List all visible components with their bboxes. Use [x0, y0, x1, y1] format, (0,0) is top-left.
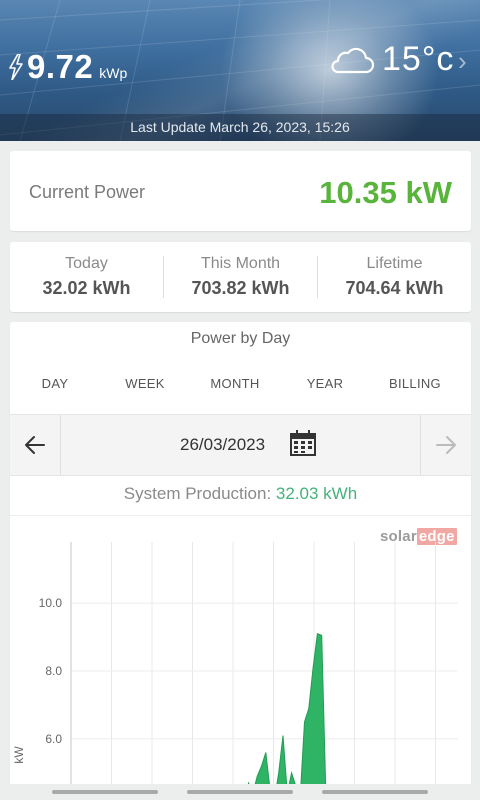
- header-banner: 9.72 kWp 15°c › Last Update March 26, 20…: [0, 0, 480, 141]
- stat-lifetime: Lifetime 704.64 kWh: [318, 242, 471, 312]
- calendar-icon[interactable]: [289, 429, 317, 457]
- y-tick-label: 10.0: [39, 596, 63, 610]
- tab-year[interactable]: YEAR: [280, 366, 370, 414]
- stat-label: Lifetime: [366, 255, 423, 272]
- system-size: 9.72 kWp: [9, 48, 127, 86]
- stat-today: Today 32.02 kWh: [10, 242, 163, 312]
- system-nav-bar: [0, 784, 480, 800]
- tab-month[interactable]: MONTH: [190, 366, 280, 414]
- current-power-value: 10.35 kW: [319, 175, 452, 210]
- system-size-unit: kWp: [99, 65, 128, 81]
- nav-handle[interactable]: [322, 790, 428, 794]
- weather: 15°c: [328, 40, 454, 79]
- stat-value: 704.64 kWh: [345, 278, 444, 298]
- power-chart-card: Power by Day DAY WEEK MONTH YEAR BILLING…: [10, 322, 471, 800]
- energy-stats-card: Today 32.02 kWh This Month 703.82 kWh Li…: [10, 242, 471, 312]
- divider: [10, 515, 471, 516]
- selected-date[interactable]: 26/03/2023: [180, 435, 265, 455]
- arrow-left-icon: [25, 436, 45, 454]
- stat-value: 32.02 kWh: [42, 278, 131, 298]
- y-tick-label: 8.0: [45, 664, 62, 678]
- nav-handle[interactable]: [52, 790, 158, 794]
- cloud-icon: [331, 47, 374, 73]
- chart-title: Power by Day: [190, 330, 291, 347]
- y-axis-label: kW: [12, 746, 26, 764]
- y-tick-label: 6.0: [45, 732, 62, 746]
- current-power-card: Current Power 10.35 kW: [10, 151, 471, 231]
- date-navigator: 26/03/2023: [10, 414, 471, 476]
- tab-day[interactable]: DAY: [10, 366, 100, 417]
- current-power-label: Current Power: [29, 182, 146, 202]
- power-area-series: [240, 632, 361, 800]
- previous-date-button[interactable]: [10, 415, 61, 475]
- chevron-right-icon[interactable]: ›: [458, 46, 467, 77]
- tab-billing[interactable]: BILLING: [370, 366, 460, 414]
- system-production-value: 32.03 kWh: [275, 484, 358, 503]
- stat-label: Today: [65, 255, 108, 272]
- nav-handle[interactable]: [187, 790, 293, 794]
- last-update: Last Update March 26, 2023, 15:26: [0, 114, 480, 141]
- power-chart: 10.0 8.0 6.0 kW: [12, 542, 458, 800]
- lightning-icon: [9, 54, 23, 80]
- period-tabs: DAY WEEK MONTH YEAR BILLING: [10, 366, 471, 417]
- temperature: 15°c: [382, 40, 455, 78]
- stat-this-month: This Month 703.82 kWh: [164, 242, 317, 312]
- system-production: System Production: 32.03 kWh: [10, 484, 471, 504]
- system-production-label: System Production:: [123, 484, 276, 503]
- next-date-button[interactable]: [420, 415, 471, 475]
- stat-value: 703.82 kWh: [191, 278, 290, 298]
- tab-week[interactable]: WEEK: [100, 366, 190, 414]
- arrow-right-icon: [436, 436, 456, 454]
- system-size-value: 9.72: [27, 48, 94, 85]
- stat-label: This Month: [200, 255, 281, 272]
